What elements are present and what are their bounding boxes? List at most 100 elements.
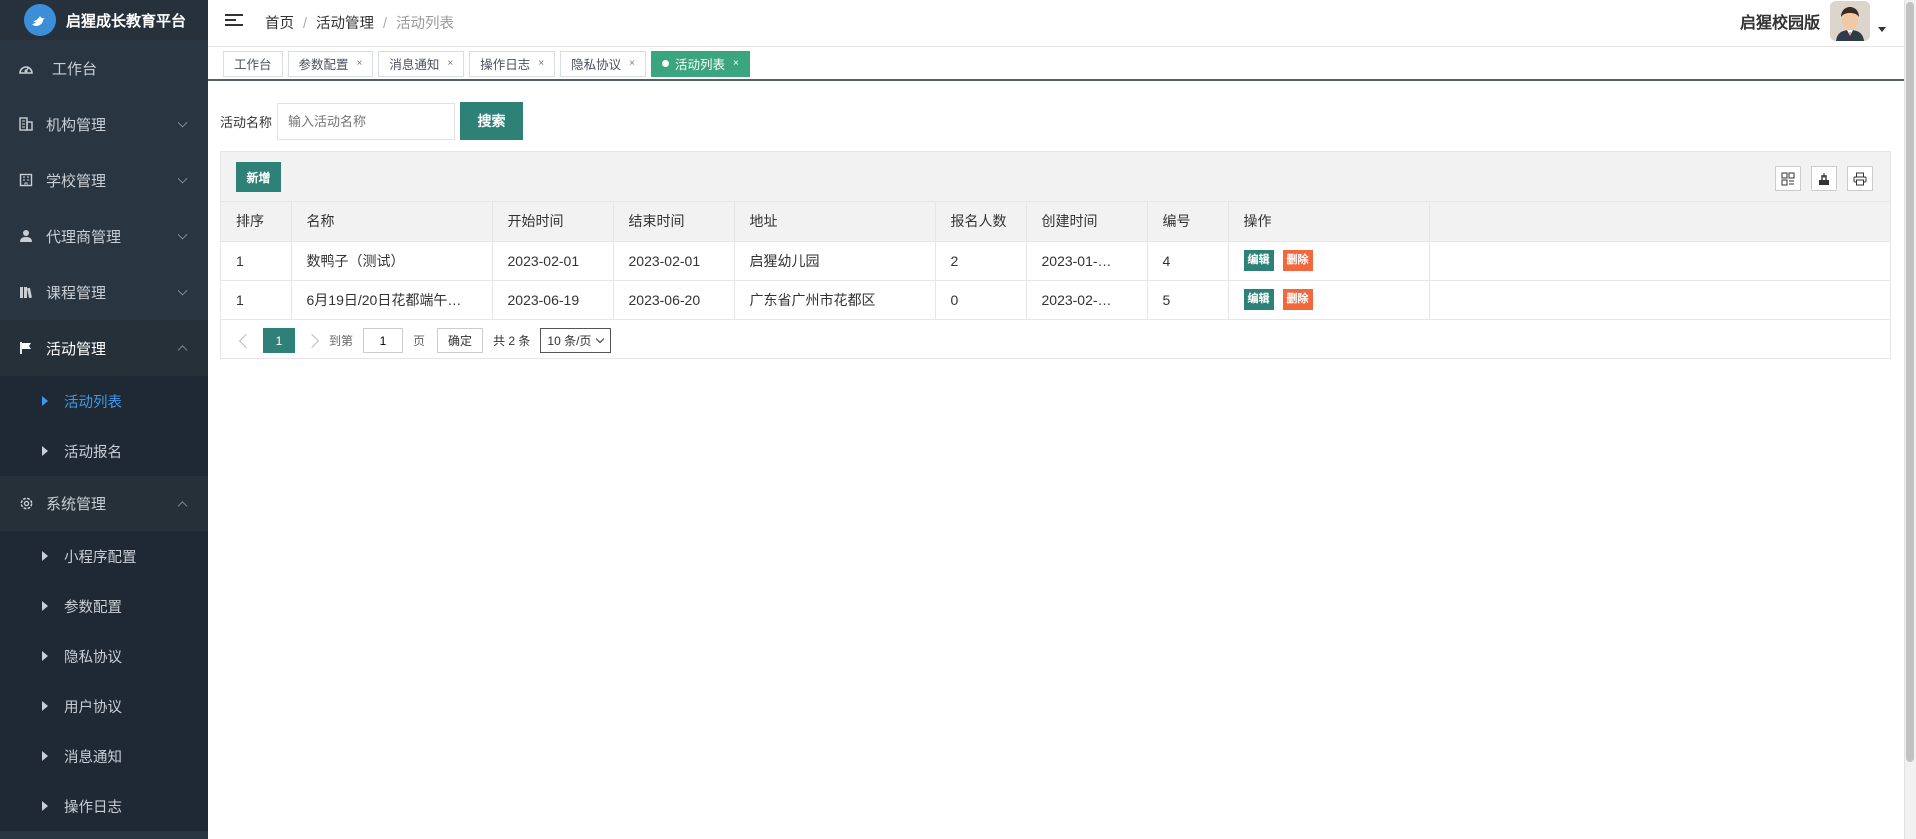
print-icon[interactable]: [1847, 166, 1873, 191]
column-header: 报名人数: [935, 202, 1027, 242]
activity-name-input[interactable]: [277, 102, 456, 140]
tab-label: 隐私协议: [571, 58, 622, 72]
caret-right-icon: [42, 701, 48, 711]
close-icon[interactable]: ×: [733, 58, 739, 69]
sidebar-item-agent[interactable]: 代理商管理: [0, 208, 208, 264]
column-header: 地址: [734, 202, 936, 242]
close-icon[interactable]: ×: [538, 58, 544, 69]
gear-icon: [18, 496, 34, 512]
close-icon[interactable]: ×: [447, 58, 453, 69]
sidebar-item-activity-signup[interactable]: 活动报名: [0, 426, 208, 476]
books-icon: [18, 284, 34, 300]
sidebar-item-miniprogram-config[interactable]: 小程序配置: [0, 531, 208, 581]
sidebar-item-institution[interactable]: 机构管理: [0, 96, 208, 152]
page-size-select[interactable]: 10 条/页: [540, 328, 612, 353]
tab-dashboard[interactable]: 工作台: [223, 50, 283, 77]
page-scrollbar[interactable]: [1904, 0, 1916, 839]
column-header: 结束时间: [613, 202, 735, 242]
column-header-empty: [1429, 202, 1890, 242]
cell-empty: [1429, 280, 1890, 320]
sidebar-item-label: 隐私协议: [64, 649, 122, 666]
cell-address: 广东省广州市花都区: [734, 280, 936, 320]
sidebar-item-course[interactable]: 课程管理: [0, 264, 208, 320]
cell-sort: 1: [221, 280, 292, 320]
menu-toggle-icon[interactable]: [225, 14, 243, 28]
active-dot-icon: [661, 60, 669, 67]
search-label: 活动名称: [220, 114, 273, 130]
sidebar-item-user-agreement[interactable]: 用户协议: [0, 681, 208, 731]
cell-name: 6月19日/20日花都端午…: [291, 280, 493, 320]
tab-param-config[interactable]: 参数配置 ×: [287, 50, 374, 77]
cell-end: 2023-06-20: [613, 280, 735, 320]
tab-notifications[interactable]: 消息通知 ×: [378, 50, 465, 77]
tab-activity-list[interactable]: 活动列表 ×: [650, 50, 750, 77]
column-header: 排序: [221, 202, 292, 242]
tab-label: 消息通知: [389, 58, 440, 72]
pagination: 1 到第 页 确定 共 2 条 10 条/页: [221, 322, 612, 359]
tab-label: 参数配置: [298, 58, 349, 72]
next-page-icon[interactable]: [304, 333, 320, 348]
prev-page-icon[interactable]: [238, 333, 254, 348]
caret-right-icon: [42, 601, 48, 611]
sidebar-item-label: 活动列表: [64, 394, 122, 411]
close-icon[interactable]: ×: [629, 58, 635, 69]
chevron-down-icon: [177, 173, 188, 184]
table-row: 1 6月19日/20日花都端午… 2023-06-19 2023-06-20 广…: [221, 280, 1890, 320]
logo: 启猩成长教育平台: [0, 0, 208, 40]
sidebar-item-label: 参数配置: [64, 599, 122, 616]
cell-id: 5: [1147, 280, 1229, 320]
table-toolbar: 新增: [221, 152, 1890, 202]
caret-right-icon: [42, 801, 48, 811]
caret-right-icon: [42, 396, 48, 406]
sidebar-item-dashboard[interactable]: 工作台: [0, 40, 208, 96]
sidebar-item-label: 系统管理: [46, 496, 107, 513]
sidebar-item-activity[interactable]: 活动管理: [0, 320, 208, 376]
goto-label: 到第: [329, 334, 354, 348]
sidebar-item-notifications[interactable]: 消息通知: [0, 731, 208, 781]
sidebar-item-privacy[interactable]: 隐私协议: [0, 631, 208, 681]
sidebar-item-school[interactable]: 学校管理: [0, 152, 208, 208]
delete-button[interactable]: 删除: [1282, 289, 1313, 310]
avatar[interactable]: [1830, 0, 1870, 41]
page-current[interactable]: 1: [263, 328, 295, 353]
delete-button[interactable]: 删除: [1282, 250, 1313, 271]
export-icon[interactable]: [1811, 166, 1837, 191]
column-header: 操作: [1228, 202, 1430, 242]
cell-created: 2023-02-…: [1026, 280, 1148, 320]
goto-page-input[interactable]: [363, 328, 404, 353]
sidebar-item-param-config[interactable]: 参数配置: [0, 581, 208, 631]
dashboard-icon: [18, 60, 34, 76]
cell-count: 2: [935, 241, 1027, 281]
edit-button[interactable]: 编辑: [1243, 289, 1274, 310]
cell-end: 2023-02-01: [613, 241, 735, 281]
columns-filter-icon[interactable]: [1775, 166, 1801, 191]
sidebar-item-label: 机构管理: [46, 116, 107, 134]
sidebar-item-operation-log[interactable]: 操作日志: [0, 781, 208, 831]
edit-button[interactable]: 编辑: [1243, 250, 1274, 271]
breadcrumb-activity[interactable]: 活动管理: [316, 16, 374, 32]
cell-empty: [1429, 241, 1890, 281]
tab-label: 工作台: [234, 58, 272, 72]
sidebar-item-label: 活动管理: [46, 340, 107, 358]
breadcrumb-current: 活动列表: [396, 16, 455, 32]
caret-right-icon: [42, 651, 48, 661]
user-menu[interactable]: 启猩校园版: [1740, 0, 1886, 41]
scroll-thumb[interactable]: [1906, 2, 1914, 762]
breadcrumb-home[interactable]: 首页: [265, 16, 294, 32]
chevron-down-icon: [596, 334, 605, 344]
add-button[interactable]: 新增: [236, 162, 281, 192]
sidebar-item-label: 代理商管理: [46, 228, 122, 246]
close-icon[interactable]: ×: [357, 58, 363, 69]
tab-privacy[interactable]: 隐私协议 ×: [560, 50, 646, 77]
goto-confirm-button[interactable]: 确定: [437, 328, 484, 353]
tab-operation-log[interactable]: 操作日志 ×: [469, 50, 556, 77]
sidebar-item-system[interactable]: 系统管理: [0, 476, 208, 531]
system-submenu: 小程序配置 参数配置 隐私协议 用户协议 消息通知 操作日志: [0, 531, 208, 831]
cell-id: 4: [1147, 241, 1229, 281]
user-name: 启猩校园版: [1739, 14, 1820, 32]
cell-start: 2023-06-19: [492, 280, 614, 320]
search-button[interactable]: 搜索: [460, 102, 524, 140]
page-size-value: 10 条/页: [547, 334, 592, 348]
app-title: 启猩成长教育平台: [66, 12, 187, 30]
sidebar-item-activity-list[interactable]: 活动列表: [0, 376, 208, 426]
